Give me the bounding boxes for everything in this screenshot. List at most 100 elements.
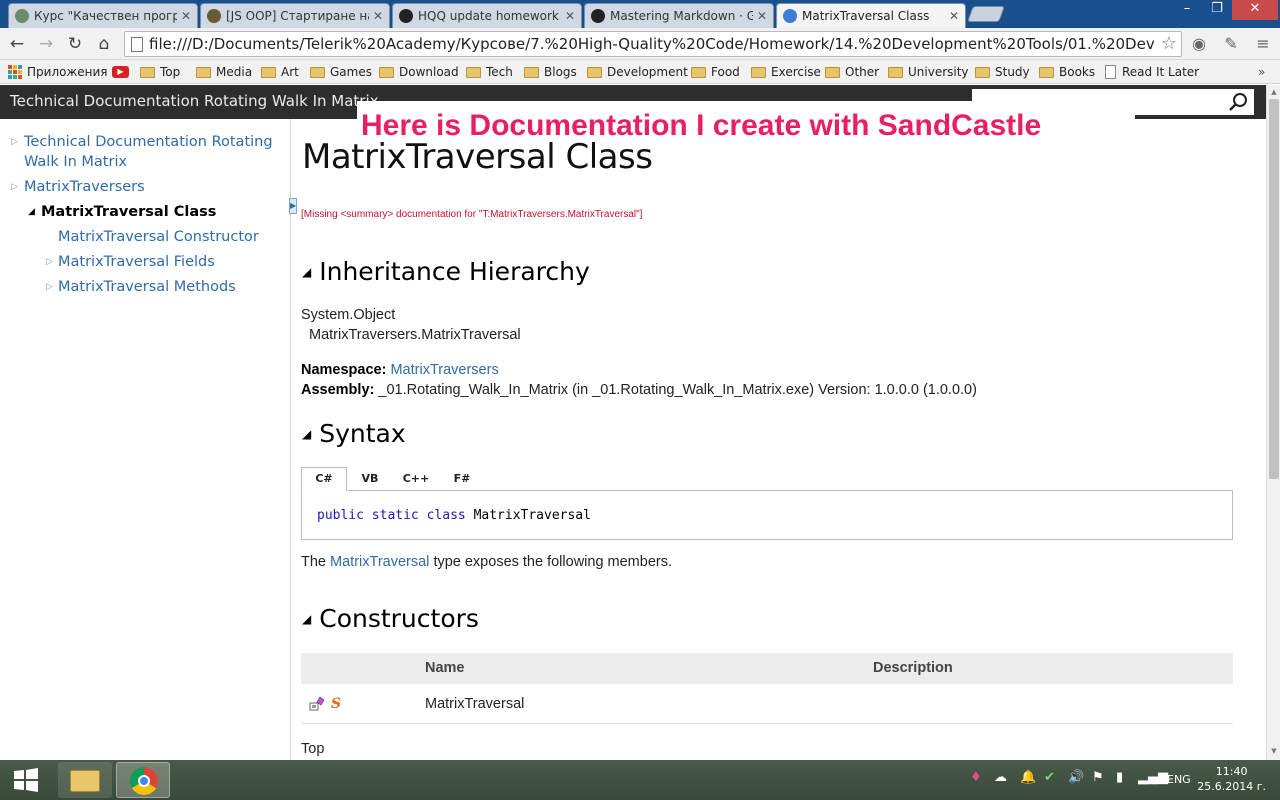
bookmark-read-it-later[interactable]: Read It Later xyxy=(1105,63,1199,81)
collapse-arrow-icon[interactable]: ◢ xyxy=(302,612,311,626)
tab-mastering-markdown[interactable]: Mastering Markdown · Git ✕ xyxy=(584,3,774,28)
toc-item-root[interactable]: Technical Documentation Rotating Walk In… xyxy=(24,132,273,172)
chrome-icon[interactable] xyxy=(116,762,170,798)
namespace-link[interactable]: MatrixTraversers xyxy=(390,362,498,378)
bookmark-folder[interactable]: Study xyxy=(975,63,1030,81)
folder-icon xyxy=(888,66,903,78)
bookmark-folder[interactable]: Other xyxy=(825,63,879,81)
search-icon[interactable] xyxy=(1228,91,1250,113)
collapse-arrow-icon[interactable]: ◢ xyxy=(28,207,35,217)
bookmark-star-icon[interactable]: ☆ xyxy=(1161,33,1177,54)
scroll-up-icon[interactable]: ▲ xyxy=(1269,87,1279,97)
new-tab-button[interactable] xyxy=(967,6,1005,22)
menu-icon[interactable]: ≡ xyxy=(1252,33,1274,55)
top-link[interactable]: Top xyxy=(301,741,324,757)
bookmark-folder[interactable]: Development xyxy=(587,63,688,81)
extension-icon[interactable]: ◉ xyxy=(1188,33,1210,55)
security-icon[interactable]: ✔ xyxy=(1044,770,1055,785)
inheritance-base-link[interactable]: System.Object xyxy=(301,307,395,323)
scroll-thumb[interactable] xyxy=(1269,99,1279,479)
bookmark-folder[interactable]: Blogs xyxy=(524,63,577,81)
eyedropper-icon[interactable]: ✎ xyxy=(1220,33,1242,55)
inheritance-heading[interactable]: ◢ Inheritance Hierarchy xyxy=(302,257,590,286)
bookmark-folder[interactable]: Games xyxy=(310,63,372,81)
tab-fsharp[interactable]: F# xyxy=(439,467,485,491)
bookmark-folder[interactable]: Media xyxy=(196,63,252,81)
collapse-arrow-icon[interactable]: ◢ xyxy=(302,265,311,279)
network-icon[interactable]: ▂▄▆ xyxy=(1138,770,1168,785)
syntax-heading[interactable]: ◢ Syntax xyxy=(302,419,406,448)
minimize-icon[interactable]: – xyxy=(1172,0,1202,20)
section-title-text: Inheritance Hierarchy xyxy=(319,257,590,286)
constructors-table: Name Description S MatrixTraversal xyxy=(301,653,1233,724)
bookmark-folder[interactable]: Food xyxy=(691,63,740,81)
bookmark-folder[interactable]: University xyxy=(888,63,969,81)
scroll-down-icon[interactable]: ▼ xyxy=(1269,746,1279,756)
file-explorer-icon[interactable] xyxy=(58,762,112,798)
system-clock[interactable]: 11:40 25.6.2014 г. xyxy=(1197,764,1266,794)
folder-icon xyxy=(524,66,539,78)
close-icon[interactable]: ✕ xyxy=(565,9,575,23)
tray-app-icon[interactable]: ♦ xyxy=(970,770,982,785)
bookmark-apps[interactable]: Приложения xyxy=(8,63,108,81)
static-member-icon: S xyxy=(331,696,342,712)
url-text[interactable]: file:///D:/Documents/Telerik%20Academy/К… xyxy=(149,35,1154,53)
youtube-icon: ▶ xyxy=(112,66,129,78)
window-close-icon[interactable]: ✕ xyxy=(1232,0,1278,20)
constructors-heading[interactable]: ◢ Constructors xyxy=(302,604,479,633)
tab-course[interactable]: Курс "Качествен програ ✕ xyxy=(8,3,198,28)
expand-arrow-icon[interactable]: ▷ xyxy=(46,257,53,267)
inheritance-derived: MatrixTraversers.MatrixTraversal xyxy=(309,327,521,343)
expand-arrow-icon[interactable]: ▷ xyxy=(11,182,18,192)
battery-icon[interactable]: ▮ xyxy=(1116,770,1123,785)
bookmark-label: Tech xyxy=(486,65,513,79)
collapse-arrow-icon[interactable]: ◢ xyxy=(302,427,311,441)
column-header-name: Name xyxy=(425,660,465,676)
bookmark-youtube[interactable]: ▶ xyxy=(112,63,129,81)
tab-js-oop[interactable]: [JS OOP] Стартиране на к ✕ xyxy=(200,3,390,28)
tab-csharp[interactable]: C# xyxy=(301,467,347,491)
bookmark-folder[interactable]: Art xyxy=(261,63,299,81)
toc-item-constructor[interactable]: MatrixTraversal Constructor xyxy=(58,227,259,247)
folder-icon xyxy=(691,66,706,78)
notification-icon[interactable]: 🔔 xyxy=(1020,770,1036,785)
toc-item-namespace[interactable]: MatrixTraversers xyxy=(24,177,145,197)
forward-icon[interactable]: → xyxy=(35,33,57,55)
volume-icon[interactable]: 🔊 xyxy=(1068,770,1084,785)
toc-item-fields[interactable]: MatrixTraversal Fields xyxy=(58,252,215,272)
language-tabs: C# VB C++ F# xyxy=(301,467,485,491)
bookmark-folder[interactable]: Top xyxy=(140,63,180,81)
bookmark-folder[interactable]: Tech xyxy=(466,63,513,81)
bookmark-folder[interactable]: Download xyxy=(379,63,459,81)
constructor-link[interactable]: MatrixTraversal xyxy=(425,696,524,712)
tab-vb[interactable]: VB xyxy=(347,467,393,491)
tab-matrix-traversal[interactable]: MatrixTraversal Class ✕ xyxy=(776,3,966,28)
toc-item-class[interactable]: MatrixTraversal Class xyxy=(41,202,216,222)
cloud-icon[interactable]: ☁ xyxy=(994,770,1007,785)
back-icon[interactable]: ← xyxy=(6,33,28,55)
tab-cpp[interactable]: C++ xyxy=(393,467,439,491)
language-indicator[interactable]: ENG xyxy=(1167,773,1191,786)
close-icon[interactable]: ✕ xyxy=(757,9,767,23)
windows-start-icon[interactable] xyxy=(8,766,42,794)
bookmark-folder[interactable]: Exercise xyxy=(751,63,821,81)
home-icon[interactable]: ⌂ xyxy=(93,33,115,55)
expand-arrow-icon[interactable]: ▷ xyxy=(11,137,18,147)
folder-icon xyxy=(975,66,990,78)
toc-item-methods[interactable]: MatrixTraversal Methods xyxy=(58,277,236,297)
address-bar[interactable]: file:///D:/Documents/Telerik%20Academy/К… xyxy=(124,31,1182,57)
tab-hqq-update[interactable]: HQQ update homework R ✕ xyxy=(392,3,582,28)
close-icon[interactable]: ✕ xyxy=(373,9,383,23)
bookmark-folder[interactable]: Books xyxy=(1039,63,1095,81)
vertical-scrollbar[interactable]: ▲ ▼ xyxy=(1266,85,1280,760)
reload-icon[interactable]: ↻ xyxy=(64,33,86,55)
expand-arrow-icon[interactable]: ▷ xyxy=(46,282,53,292)
restore-icon[interactable]: ❐ xyxy=(1202,0,1232,20)
more-bookmarks-icon[interactable]: » xyxy=(1258,63,1265,81)
close-icon[interactable]: ✕ xyxy=(181,9,191,23)
site-title[interactable]: Technical Documentation Rotating Walk In… xyxy=(10,92,379,110)
action-center-icon[interactable]: ⚑ xyxy=(1092,770,1104,785)
members-intro-link[interactable]: MatrixTraversal xyxy=(330,554,429,570)
page-icon xyxy=(131,37,143,52)
close-icon[interactable]: ✕ xyxy=(949,9,959,23)
